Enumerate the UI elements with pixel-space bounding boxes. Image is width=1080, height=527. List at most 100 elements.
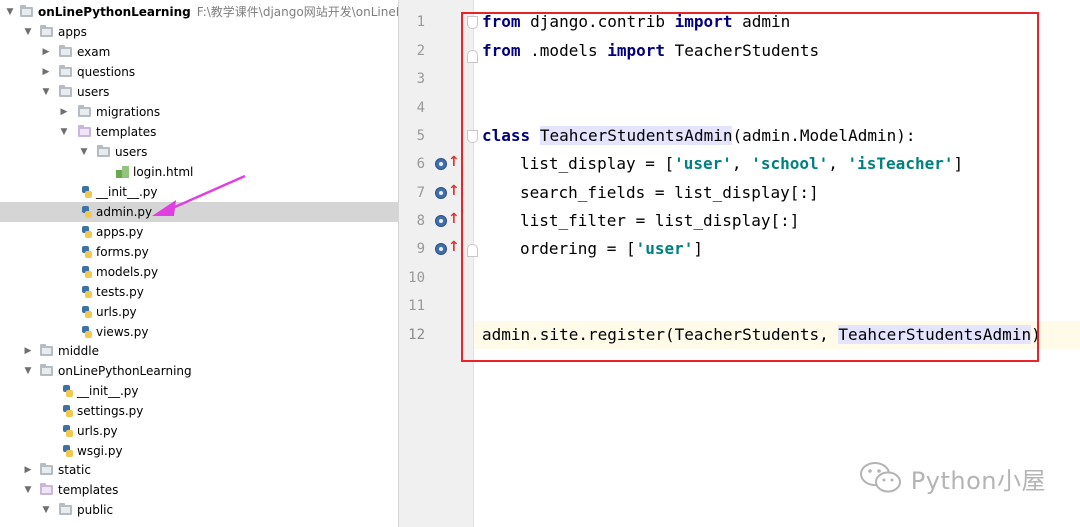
python-file-icon xyxy=(81,325,93,339)
tree-item-label: tests.py xyxy=(96,285,144,299)
tree-item-urls-py[interactable]: urls.py xyxy=(0,302,398,322)
code-editor[interactable]: 1 2 3 4 5 6 7 8 9 10 11 12 ↑ ↑ ↑ ↑ from … xyxy=(399,0,1080,527)
chevron-right-icon[interactable]: ▶ xyxy=(22,460,34,480)
python-file-icon xyxy=(62,444,74,458)
tree-item-forms-py[interactable]: forms.py xyxy=(0,242,398,262)
folder-icon xyxy=(78,105,91,117)
override-icon[interactable] xyxy=(435,187,447,199)
folder-icon xyxy=(20,5,33,17)
python-file-icon xyxy=(81,205,93,219)
chevron-down-icon[interactable]: ▼ xyxy=(40,500,52,520)
line-number: 3 xyxy=(416,71,425,87)
tree-item-tests-py[interactable]: tests.py xyxy=(0,282,398,302)
chevron-down-icon[interactable]: ▼ xyxy=(58,122,70,142)
tree-item-views-py[interactable]: views.py xyxy=(0,322,398,342)
tree-item-label: middle xyxy=(58,344,99,358)
line-number: 2 xyxy=(416,43,425,59)
arrow-up-icon[interactable]: ↑ xyxy=(448,154,460,170)
folder-icon xyxy=(40,463,53,475)
tree-item-exam[interactable]: ▶ exam xyxy=(0,42,398,62)
tree-item-init-py-2[interactable]: __init__.py xyxy=(0,381,398,401)
folder-icon xyxy=(59,85,72,97)
folder-icon xyxy=(59,503,72,515)
tree-item-label: static xyxy=(58,463,91,477)
override-icon[interactable] xyxy=(435,215,447,227)
chevron-right-icon[interactable]: ▶ xyxy=(22,341,34,361)
chevron-right-icon[interactable]: ▶ xyxy=(58,102,70,122)
tree-item-onlinepythonlearning[interactable]: ▼ onLinePythonLearning xyxy=(0,361,398,381)
chevron-down-icon[interactable]: ▼ xyxy=(22,361,34,381)
line-number: 8 xyxy=(416,213,425,229)
tree-item-models-py[interactable]: models.py xyxy=(0,262,398,282)
tree-root[interactable]: ▼ onLinePythonLearning F:\教学课件\django网站开发… xyxy=(0,2,398,22)
watermark-text: Python小屋 xyxy=(910,466,1046,495)
folder-icon xyxy=(59,65,72,77)
chevron-down-icon[interactable]: ▼ xyxy=(22,22,34,42)
chevron-down-icon[interactable]: ▼ xyxy=(22,480,34,500)
tree-item-templates[interactable]: ▼ templates xyxy=(0,122,398,142)
python-file-icon xyxy=(81,225,93,239)
tree-item-label: apps.py xyxy=(96,225,144,239)
line-number: 5 xyxy=(416,128,425,144)
arrow-up-icon[interactable]: ↑ xyxy=(448,183,460,199)
python-file-icon xyxy=(81,245,93,259)
tree-item-label: wsgi.py xyxy=(77,444,123,458)
project-tree: ▼ onLinePythonLearning F:\教学课件\django网站开发… xyxy=(0,0,399,527)
tree-item-label: users xyxy=(77,85,110,99)
python-file-icon xyxy=(62,424,74,438)
line-number: 11 xyxy=(408,298,425,314)
tree-item-label: users xyxy=(115,145,148,159)
arrow-up-icon[interactable]: ↑ xyxy=(448,239,460,255)
line-number: 6 xyxy=(416,156,425,172)
python-file-icon xyxy=(81,265,93,279)
tree-item-migrations[interactable]: ▶ migrations xyxy=(0,102,398,122)
python-file-icon xyxy=(81,185,93,199)
python-file-icon xyxy=(81,285,93,299)
tree-item-label: exam xyxy=(77,45,111,59)
folder-icon xyxy=(40,25,53,37)
tree-item-questions[interactable]: ▶ questions xyxy=(0,62,398,82)
line-number: 10 xyxy=(408,270,425,286)
tree-item-templates-root[interactable]: ▼ templates xyxy=(0,480,398,500)
tree-item-label: __init__.py xyxy=(96,185,158,199)
tree-item-label: views.py xyxy=(96,325,149,339)
folder-icon xyxy=(97,145,110,157)
tree-item-urls-py-2[interactable]: urls.py xyxy=(0,421,398,441)
tree-item-middle[interactable]: ▶ middle xyxy=(0,341,398,361)
line-number: 9 xyxy=(416,241,425,257)
tree-item-public[interactable]: ▼ public xyxy=(0,500,398,520)
arrow-up-icon[interactable]: ↑ xyxy=(448,211,460,227)
python-file-icon xyxy=(81,305,93,319)
override-icon[interactable] xyxy=(435,243,447,255)
chevron-right-icon[interactable]: ▶ xyxy=(40,62,52,82)
line-number-current: 12 xyxy=(408,327,425,343)
tree-item-apps[interactable]: ▼ apps xyxy=(0,22,398,42)
chevron-down-icon[interactable]: ▼ xyxy=(4,2,16,22)
tree-item-label: __init__.py xyxy=(77,384,139,398)
tree-item-label: questions xyxy=(77,65,136,79)
folder-icon xyxy=(40,364,53,376)
tree-item-settings-py[interactable]: settings.py xyxy=(0,401,398,421)
line-number: 4 xyxy=(416,100,425,116)
python-file-icon xyxy=(62,384,74,398)
tree-item-label: public xyxy=(77,503,114,517)
chevron-right-icon[interactable]: ▶ xyxy=(40,42,52,62)
chevron-down-icon[interactable]: ▼ xyxy=(78,142,90,162)
tree-item-templates-users[interactable]: ▼ users xyxy=(0,142,398,162)
tree-item-label: urls.py xyxy=(77,424,118,438)
tree-item-label: admin.py xyxy=(96,205,153,219)
tree-item-apps-py[interactable]: apps.py xyxy=(0,222,398,242)
folder-icon xyxy=(59,45,72,57)
tree-item-wsgi-py[interactable]: wsgi.py xyxy=(0,441,398,461)
tree-item-label: models.py xyxy=(96,265,159,279)
tree-item-users[interactable]: ▼ users xyxy=(0,82,398,102)
tree-item-label: templates xyxy=(58,483,119,497)
chevron-down-icon[interactable]: ▼ xyxy=(40,82,52,102)
line-number: 1 xyxy=(416,14,425,30)
tree-item-label: templates xyxy=(96,125,157,139)
annotation-arrow-icon xyxy=(152,174,246,216)
tree-item-label: onLinePythonLearning xyxy=(58,364,192,378)
tree-item-static[interactable]: ▶ static xyxy=(0,460,398,480)
override-icon[interactable] xyxy=(435,158,447,170)
line-number: 7 xyxy=(416,185,425,201)
